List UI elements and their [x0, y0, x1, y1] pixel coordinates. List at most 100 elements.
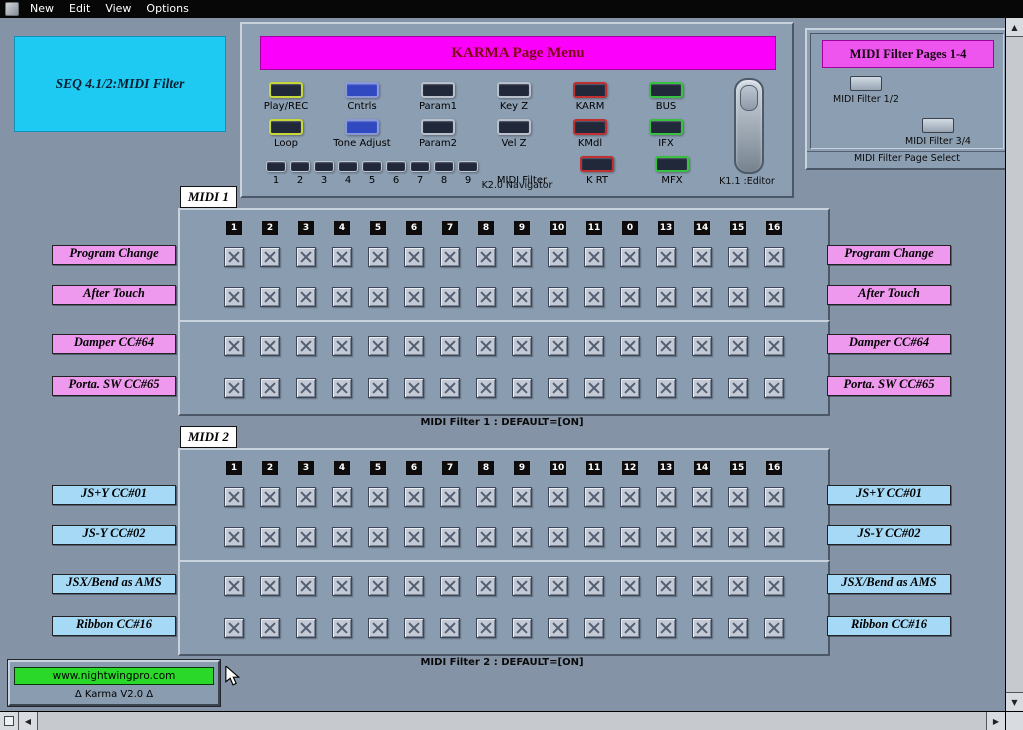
- kmdl-button[interactable]: [573, 119, 607, 135]
- filter-checkbox[interactable]: [692, 618, 712, 638]
- filter-checkbox[interactable]: [620, 287, 640, 307]
- 3-button[interactable]: [314, 161, 334, 172]
- filter-checkbox[interactable]: [476, 247, 496, 267]
- scroll-up-arrow[interactable]: ▲: [1006, 18, 1023, 37]
- filter-checkbox[interactable]: [656, 618, 676, 638]
- 4-button[interactable]: [338, 161, 358, 172]
- filter-checkbox[interactable]: [512, 487, 532, 507]
- filter-checkbox[interactable]: [260, 247, 280, 267]
- filter-checkbox[interactable]: [584, 336, 604, 356]
- filter-checkbox[interactable]: [332, 527, 352, 547]
- filter-checkbox[interactable]: [728, 247, 748, 267]
- filter-checkbox[interactable]: [260, 336, 280, 356]
- filter-checkbox[interactable]: [296, 618, 316, 638]
- filter-checkbox[interactable]: [656, 487, 676, 507]
- key-z-button[interactable]: [497, 82, 531, 98]
- filter-checkbox[interactable]: [476, 287, 496, 307]
- scroll-right-arrow[interactable]: ▶: [986, 712, 1005, 730]
- filter-checkbox[interactable]: [764, 487, 784, 507]
- filter-checkbox[interactable]: [260, 527, 280, 547]
- filter-checkbox[interactable]: [332, 336, 352, 356]
- filter-checkbox[interactable]: [260, 487, 280, 507]
- scroll-left-arrow[interactable]: ◀: [19, 712, 38, 730]
- k-rt-button[interactable]: [580, 156, 614, 172]
- filter-checkbox[interactable]: [548, 287, 568, 307]
- filter-checkbox[interactable]: [332, 247, 352, 267]
- filter-checkbox[interactable]: [260, 618, 280, 638]
- filter-checkbox[interactable]: [440, 336, 460, 356]
- param1-button[interactable]: [421, 82, 455, 98]
- menu-edit[interactable]: Edit: [69, 0, 90, 18]
- filter-checkbox[interactable]: [332, 576, 352, 596]
- app-icon[interactable]: [5, 2, 19, 16]
- filter-checkbox[interactable]: [404, 247, 424, 267]
- filter-checkbox[interactable]: [332, 378, 352, 398]
- filter-checkbox[interactable]: [224, 576, 244, 596]
- filter-checkbox[interactable]: [368, 287, 388, 307]
- mfx-button[interactable]: [655, 156, 689, 172]
- filter-checkbox[interactable]: [440, 618, 460, 638]
- filter-checkbox[interactable]: [440, 247, 460, 267]
- filter-checkbox[interactable]: [656, 336, 676, 356]
- filter-checkbox[interactable]: [656, 378, 676, 398]
- ifx-button[interactable]: [649, 119, 683, 135]
- filter-checkbox[interactable]: [368, 618, 388, 638]
- filter-checkbox[interactable]: [476, 618, 496, 638]
- filter-checkbox[interactable]: [548, 527, 568, 547]
- filter-checkbox[interactable]: [728, 336, 748, 356]
- filter-checkbox[interactable]: [296, 487, 316, 507]
- filter-checkbox[interactable]: [728, 378, 748, 398]
- filter-checkbox[interactable]: [404, 378, 424, 398]
- filter-checkbox[interactable]: [764, 618, 784, 638]
- filter-checkbox[interactable]: [296, 287, 316, 307]
- filter-checkbox[interactable]: [656, 247, 676, 267]
- filter-checkbox[interactable]: [584, 378, 604, 398]
- website-link-button[interactable]: www.nightwingpro.com: [14, 667, 214, 685]
- vel-z-button[interactable]: [497, 119, 531, 135]
- filter-checkbox[interactable]: [728, 618, 748, 638]
- filter-checkbox[interactable]: [548, 576, 568, 596]
- filter-checkbox[interactable]: [620, 527, 640, 547]
- vertical-scrollbar[interactable]: ▲ ▼: [1005, 18, 1023, 711]
- filter-checkbox[interactable]: [512, 378, 532, 398]
- filter-checkbox[interactable]: [764, 287, 784, 307]
- filter-checkbox[interactable]: [404, 618, 424, 638]
- filter-checkbox[interactable]: [656, 527, 676, 547]
- filter-checkbox[interactable]: [692, 336, 712, 356]
- filter-checkbox[interactable]: [764, 527, 784, 547]
- filter-checkbox[interactable]: [548, 336, 568, 356]
- filter-checkbox[interactable]: [620, 378, 640, 398]
- filter-checkbox[interactable]: [404, 287, 424, 307]
- filter-checkbox[interactable]: [476, 378, 496, 398]
- 2-button[interactable]: [290, 161, 310, 172]
- midi-filter-3-4-button[interactable]: [922, 118, 954, 133]
- filter-checkbox[interactable]: [584, 487, 604, 507]
- filter-checkbox[interactable]: [692, 576, 712, 596]
- param2-button[interactable]: [421, 119, 455, 135]
- filter-checkbox[interactable]: [692, 287, 712, 307]
- editor-slider-handle[interactable]: [740, 85, 758, 111]
- filter-checkbox[interactable]: [368, 487, 388, 507]
- filter-checkbox[interactable]: [404, 576, 424, 596]
- filter-checkbox[interactable]: [440, 378, 460, 398]
- filter-checkbox[interactable]: [332, 287, 352, 307]
- menu-new[interactable]: New: [30, 0, 54, 18]
- filter-checkbox[interactable]: [620, 336, 640, 356]
- filter-checkbox[interactable]: [260, 378, 280, 398]
- 7-button[interactable]: [410, 161, 430, 172]
- filter-checkbox[interactable]: [584, 287, 604, 307]
- filter-checkbox[interactable]: [224, 247, 244, 267]
- filter-checkbox[interactable]: [584, 247, 604, 267]
- filter-checkbox[interactable]: [548, 247, 568, 267]
- filter-checkbox[interactable]: [692, 247, 712, 267]
- filter-checkbox[interactable]: [260, 576, 280, 596]
- filter-checkbox[interactable]: [548, 378, 568, 398]
- filter-checkbox[interactable]: [440, 576, 460, 596]
- filter-checkbox[interactable]: [656, 576, 676, 596]
- filter-checkbox[interactable]: [296, 576, 316, 596]
- filter-checkbox[interactable]: [692, 487, 712, 507]
- filter-checkbox[interactable]: [260, 287, 280, 307]
- filter-checkbox[interactable]: [440, 287, 460, 307]
- filter-checkbox[interactable]: [332, 487, 352, 507]
- filter-checkbox[interactable]: [296, 247, 316, 267]
